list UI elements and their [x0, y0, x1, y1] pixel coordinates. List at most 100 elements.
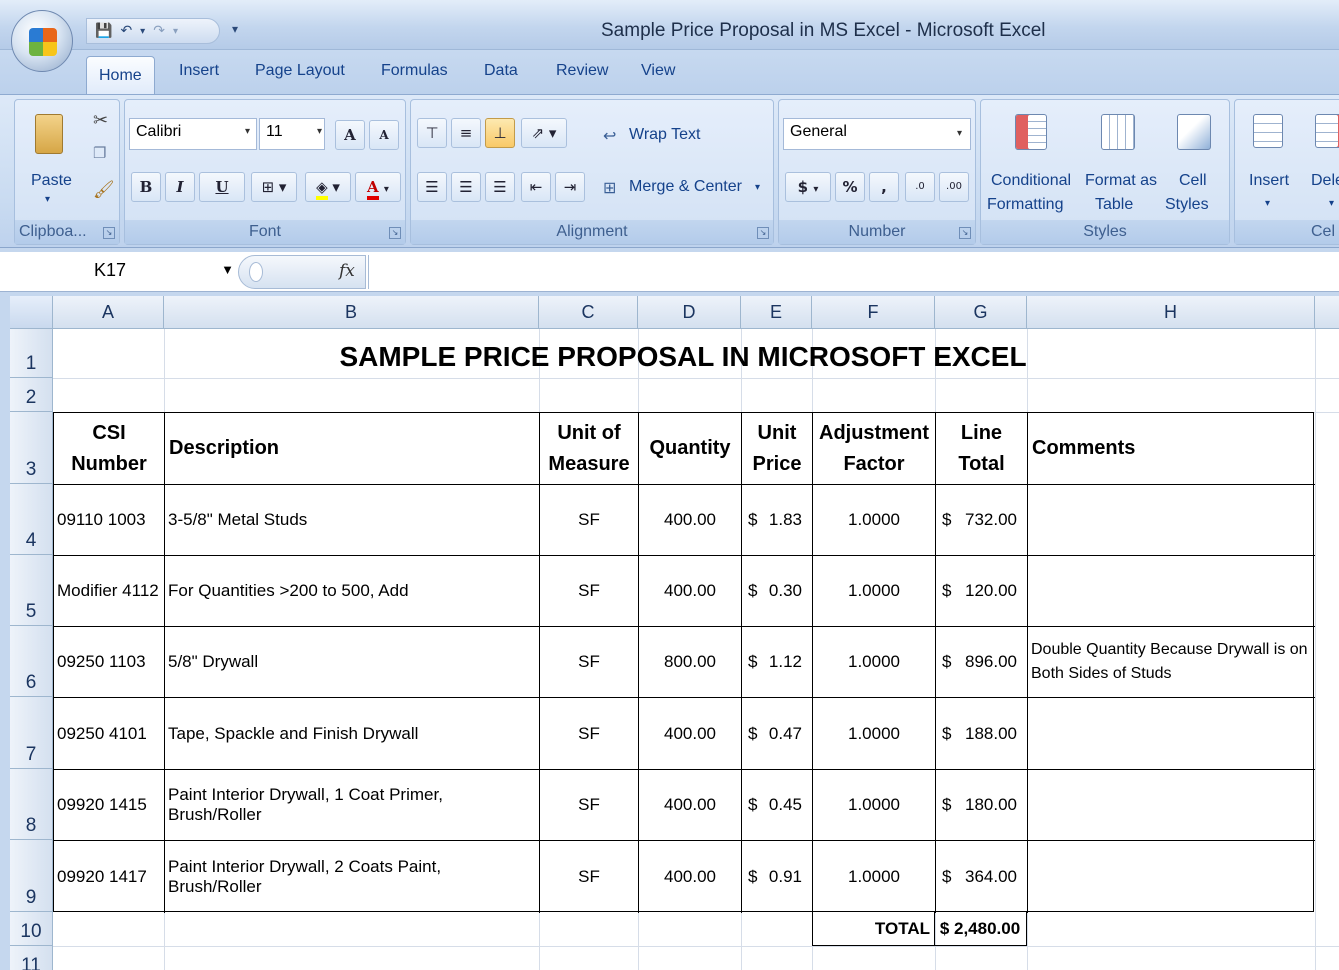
office-button[interactable] [11, 10, 73, 72]
chevron-down-icon[interactable]: ▾ [140, 26, 145, 37]
dialog-launcher-icon[interactable]: ↘ [389, 227, 401, 239]
row-header-3[interactable]: 3 [10, 412, 53, 484]
row-header-9[interactable]: 9 [10, 840, 53, 912]
chevron-down-icon[interactable]: ▾ [755, 182, 760, 193]
chevron-down-icon[interactable]: ▾ [1265, 198, 1270, 209]
undo-icon[interactable]: ↶ [120, 23, 132, 39]
cell-description[interactable]: For Quantities >200 to 500, Add [165, 556, 540, 627]
cell-line-total[interactable]: $896.00 [936, 627, 1028, 698]
percent-button[interactable]: % [835, 172, 865, 202]
cell-adjustment-factor[interactable]: 1.0000 [813, 556, 936, 627]
cell-comments[interactable] [1028, 485, 1315, 556]
align-center-icon[interactable]: ☰ [451, 172, 481, 202]
tab-formulas[interactable]: Formulas [381, 62, 448, 80]
cell-quantity[interactable]: 400.00 [639, 770, 742, 841]
increase-indent-icon[interactable]: ⇥ [555, 172, 585, 202]
cell-description[interactable]: 5/8" Drywall [165, 627, 540, 698]
cell-description[interactable]: 3-5/8" Metal Studs [165, 485, 540, 556]
column-header-a[interactable]: A [53, 296, 164, 329]
chevron-down-icon[interactable]: ▾ [245, 126, 250, 137]
column-header-b[interactable]: B [164, 296, 539, 329]
row-header-10[interactable]: 10 [10, 912, 53, 946]
cell-line-total[interactable]: $188.00 [936, 698, 1028, 770]
cell-comments[interactable] [1028, 698, 1315, 770]
tab-home[interactable]: Home [86, 56, 155, 96]
select-all-corner[interactable] [10, 296, 53, 329]
italic-button[interactable]: I [165, 172, 195, 202]
align-left-icon[interactable]: ☰ [417, 172, 447, 202]
currency-button[interactable]: $ ▾ [785, 172, 831, 202]
font-color-button[interactable]: A ▾ [355, 172, 401, 202]
align-bottom-icon[interactable]: ⊥ [485, 118, 515, 148]
cut-icon[interactable]: ✂ [93, 110, 108, 131]
cell-quantity[interactable]: 400.00 [639, 556, 742, 627]
column-header-g[interactable]: G [935, 296, 1027, 329]
format-painter-icon[interactable]: 🖌 [93, 180, 115, 200]
header-adjustment-factor[interactable]: Adjustment Factor [813, 413, 936, 485]
header-line-total[interactable]: Line Total [936, 413, 1028, 485]
cell-line-total[interactable]: $180.00 [936, 770, 1028, 841]
cell-comments[interactable] [1028, 841, 1315, 913]
bold-button[interactable]: B [131, 172, 161, 202]
cell-unit-price[interactable]: $1.12 [742, 627, 813, 698]
cell-description[interactable]: Paint Interior Drywall, 1 Coat Primer, B… [165, 770, 540, 841]
column-header-h[interactable]: H [1027, 296, 1315, 329]
header-unit-price[interactable]: Unit Price [742, 413, 813, 485]
conditional-formatting-label-2[interactable]: Formatting [987, 196, 1063, 214]
name-box[interactable]: K17 ▼ [10, 256, 242, 288]
cell-unit[interactable]: SF [540, 485, 639, 556]
font-name-select[interactable]: Calibri [129, 118, 257, 150]
cell-quantity[interactable]: 400.00 [639, 698, 742, 770]
copy-icon[interactable]: ❐ [93, 144, 106, 162]
cell-adjustment-factor[interactable]: 1.0000 [813, 770, 936, 841]
expand-handle-icon[interactable] [249, 262, 263, 282]
column-header-e[interactable]: E [741, 296, 812, 329]
dialog-launcher-icon[interactable]: ↘ [757, 227, 769, 239]
font-size-select[interactable]: 11 [259, 118, 325, 150]
cell-unit[interactable]: SF [540, 698, 639, 770]
cell-comments[interactable] [1028, 556, 1315, 627]
chevron-down-icon[interactable]: ▾ [957, 128, 962, 139]
borders-button[interactable]: ⊞ ▾ [251, 172, 297, 202]
tab-page-layout[interactable]: Page Layout [255, 62, 345, 80]
cell-line-total[interactable]: $364.00 [936, 841, 1028, 913]
save-icon[interactable]: 💾 [95, 23, 112, 39]
cell-unit[interactable]: SF [540, 556, 639, 627]
cell-unit-price[interactable]: $0.47 [742, 698, 813, 770]
column-header-c[interactable]: C [539, 296, 638, 329]
paste-button[interactable]: Paste [31, 172, 72, 190]
cell-csi[interactable]: 09250 1103 [54, 627, 165, 698]
cell-csi[interactable]: 09250 4101 [54, 698, 165, 770]
header-quantity[interactable]: Quantity [639, 413, 742, 485]
cell-quantity[interactable]: 400.00 [639, 841, 742, 913]
cell-comments[interactable] [1028, 770, 1315, 841]
column-header-i[interactable] [1315, 296, 1339, 329]
insert-function-icon[interactable]: fx [339, 261, 355, 281]
cell-csi[interactable]: 09920 1415 [54, 770, 165, 841]
cell-line-total[interactable]: $120.00 [936, 556, 1028, 627]
shrink-font-button[interactable]: A [369, 120, 399, 150]
grow-font-button[interactable]: A [335, 120, 365, 150]
format-as-table-button[interactable]: Format as [1085, 172, 1157, 190]
cell-line-total[interactable]: $732.00 [936, 485, 1028, 556]
align-right-icon[interactable]: ☰ [485, 172, 515, 202]
dialog-launcher-icon[interactable]: ↘ [103, 227, 115, 239]
cell-csi[interactable]: 09110 1003 [54, 485, 165, 556]
row-header-11[interactable]: 11 [10, 946, 53, 970]
increase-decimal-button[interactable]: .0 [905, 172, 935, 202]
row-header-1[interactable]: 1 [10, 329, 53, 378]
cell-adjustment-factor[interactable]: 1.0000 [813, 698, 936, 770]
redo-icon[interactable]: ↷ [153, 23, 165, 39]
cell-adjustment-factor[interactable]: 1.0000 [813, 841, 936, 913]
row-header-5[interactable]: 5 [10, 555, 53, 626]
row-header-2[interactable]: 2 [10, 378, 53, 412]
chevron-down-icon[interactable]: ▼ [221, 262, 234, 277]
cell-comments[interactable]: Double Quantity Because Drywall is on Bo… [1028, 627, 1315, 698]
column-header-f[interactable]: F [812, 296, 935, 329]
tab-review[interactable]: Review [556, 62, 608, 80]
align-top-icon[interactable]: ⊤ [417, 118, 447, 148]
paste-icon[interactable] [35, 114, 63, 154]
cell-adjustment-factor[interactable]: 1.0000 [813, 627, 936, 698]
total-label[interactable]: TOTAL [812, 912, 935, 946]
dialog-launcher-icon[interactable]: ↘ [959, 227, 971, 239]
